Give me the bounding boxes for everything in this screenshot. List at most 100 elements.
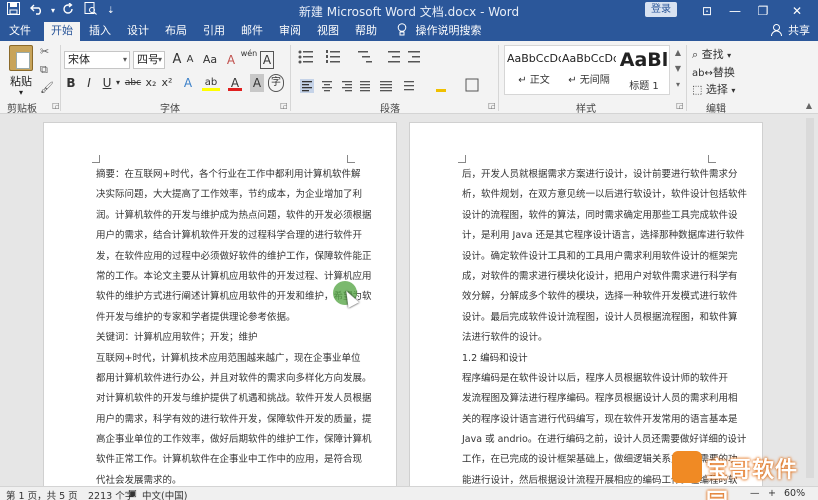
font-name-value: 宋体 [68,53,90,66]
underline-button[interactable]: U [100,74,114,92]
char-shading-button[interactable]: A [250,74,264,92]
paste-button[interactable]: 粘贴 ▾ [6,45,36,97]
tab-design[interactable]: 设计 [122,22,154,41]
text-line[interactable]: 互联网+时代，计算机技术应用范围越来越广，现在企事业单位 [96,349,372,369]
text-line[interactable]: 关的程序设计语言进行代码编写，现在软件开发常用的语言基本是 [462,410,747,430]
select-button[interactable]: ⬚ 选择 ▾ [692,82,735,97]
text-line[interactable]: 软件的维护方式进行阐述计算机应用软件的开发和维护，希望为软 [96,287,372,307]
change-case-button[interactable]: Aa [200,51,220,69]
text-line[interactable]: 决实际问题，大大提高了工作效率，节约成本，为企业增加了利 [96,185,372,205]
tab-review[interactable]: 审阅 [274,22,306,41]
tab-home[interactable]: 开始 [44,22,80,41]
chevron-up-icon[interactable]: ▲ [672,45,684,61]
text-line[interactable]: 都用计算机软件进行办公，并且对软件的需求向多样化方向发展。 [96,369,372,389]
text-effects-button[interactable]: A [180,74,196,92]
superscript-button[interactable]: x² [160,74,174,92]
highlight-button[interactable]: ab [202,74,220,91]
phonetic-guide-label: wén [240,49,258,58]
collapse-ribbon-icon[interactable]: ▲ [806,101,812,110]
text-line[interactable]: 成，对软件的需求进行模块化设计，把用户对软件需求进行科学有 [462,267,747,287]
shrink-font-button[interactable]: A [184,51,196,69]
styles-launcher-icon[interactable]: ◲ [676,101,684,110]
text-line[interactable]: 关键词：计算机应用软件；开发；维护 [96,328,372,348]
text-line[interactable]: 设计。确定软件设计工具和的工具用户需求利用软件设计的框架完 [462,247,747,267]
tab-file[interactable]: 文件 [4,22,36,41]
person-icon [770,24,782,37]
clipboard-launcher-icon[interactable]: ◲ [52,101,60,110]
more-icon[interactable]: ▾ [672,77,684,93]
grow-font-button[interactable]: A [170,51,184,69]
clipboard-group-label: 剪贴板 [7,104,37,115]
text-line[interactable]: 1.2 编码和设计 [462,349,747,369]
copy-icon[interactable]: ⧉ [40,63,48,77]
paste-label: 粘贴 [10,75,32,88]
minimize-button[interactable]: — [722,2,748,20]
tell-me-search[interactable]: 操作说明搜索 [397,22,482,41]
paragraph-launcher-icon[interactable]: ◲ [488,101,496,110]
phonetic-guide-button[interactable]: wén [240,49,258,67]
text-line[interactable]: 用户的需求，结合计算机软件开发的过程科学合理的进行软件开 [96,226,372,246]
style-heading-1[interactable]: AaBl 标题 1 [617,46,671,94]
login-button[interactable]: 登录 [645,2,677,17]
proofing-icon[interactable]: ▣ [128,488,137,499]
text-line[interactable]: 程序编码是在软件设计以后，程序人员根据软件设计师的软件开 [462,369,747,389]
text-line[interactable]: 设计。最后完成软件设计流程图，设计人员根据流程图，和软件算 [462,308,747,328]
divider [498,45,499,111]
text-line[interactable]: 计，是利用 Java 还是其它程序设计语言，选择那种数据库进行软件 [462,226,747,246]
paragraph-controls[interactable] [296,49,496,95]
language[interactable]: 中文(中国) [142,488,187,500]
chevron-down-icon[interactable]: ▼ [672,61,684,77]
text-line[interactable]: 摘要：在互联网+时代，各个行业在工作中都利用计算机软件解 [96,165,372,185]
ribbon-display-options-icon[interactable]: ⊡ [694,2,720,20]
font-size-combo[interactable]: 四号 ▾ [133,51,165,69]
italic-button[interactable]: I [82,74,96,92]
styles-scroll[interactable]: ▲ ▼ ▾ [672,45,684,95]
text-line[interactable]: 设计的流程图，软件的算法，同时需求确定用那些工具完成软件设 [462,206,747,226]
clear-format-button[interactable]: A [224,51,238,69]
crop-mark [708,155,716,163]
share-button[interactable]: 共享 [770,22,810,41]
vertical-scrollbar[interactable] [806,118,814,478]
tab-mailings[interactable]: 邮件 [236,22,268,41]
bold-button[interactable]: B [64,74,78,92]
text-line[interactable]: 对计算机软件的开发与维护提供了机遇和挑战。软件开发人员根据 [96,389,372,409]
tab-references[interactable]: 引用 [198,22,230,41]
strikethrough-button[interactable]: abc [124,74,142,92]
text-line[interactable]: 常的工作。本论文主要从计算机应用软件的开发过程、计算机应用 [96,267,372,287]
text-line[interactable]: 用户的需求，科学有效的进行软件开发，保障软件开发的质量，提 [96,410,372,430]
text-line[interactable]: 效分解，分解成多个软件的模块，选择一种软件开发模式进行软件 [462,287,747,307]
page-left[interactable]: 摘要：在互联网+时代，各个行业在工作中都利用计算机软件解 决实际问题，大大提高了工… [43,122,397,490]
replace-button[interactable]: ab↔替换 [692,65,735,80]
text-line[interactable]: 件开发与维护的专家和学者提供理论参考依据。 [96,308,372,328]
text-line[interactable]: 析，软件规划，在双方意见统一以后进行软设计，软件设计包括软件 [462,185,747,205]
style-normal[interactable]: AaBbCcDd ↵ 正文 [507,46,561,94]
text-line[interactable]: 软件正常工作。计算机软件在企事业中工作中的应用，是符合现 [96,450,372,470]
enclose-char-button[interactable]: 字 [268,74,284,92]
style-no-spacing[interactable]: AaBbCcDd ↵ 无间隔 [562,46,616,94]
text-line[interactable]: 高企事业单位的工作效率，做好后期软件的维护工作，保障计算机 [96,430,372,450]
subscript-button[interactable]: x₂ [144,74,158,92]
text-line[interactable]: 后，开发人员就根据需求方案进行设计，设计前要进行软件需求分 [462,165,747,185]
restore-button[interactable]: ❐ [750,2,776,20]
tab-help[interactable]: 帮助 [350,22,382,41]
text-line[interactable]: 发，在软件应用的过程中必须做好软件的维护工作，保障软件能正 [96,247,372,267]
font-color-button[interactable]: A [228,74,242,91]
divider [686,45,687,111]
font-launcher-icon[interactable]: ◲ [280,101,288,110]
char-border-button[interactable]: A [260,51,274,69]
cut-icon[interactable]: ✂ [40,45,49,58]
text-line[interactable]: 润。计算机软件的开发与维护成为热点问题，软件的开发必须根据 [96,206,372,226]
page-count[interactable]: 第 1 页，共 5 页 [6,488,78,500]
find-button[interactable]: ⌕ 查找 ▾ [692,47,731,62]
tab-view[interactable]: 视图 [312,22,344,41]
chevron-down-icon[interactable]: ▾ [114,74,122,92]
text-line[interactable]: 发流程图及算法进行程序编码。程序员根据设计人员的需求利用相 [462,389,747,409]
tab-layout[interactable]: 布局 [160,22,192,41]
text-line[interactable]: 法进行软件的设计。 [462,328,747,348]
close-button[interactable]: ✕ [784,2,810,20]
tab-insert[interactable]: 插入 [84,22,116,41]
font-name-combo[interactable]: 宋体 ▾ [64,51,130,69]
format-painter-icon[interactable]: 🖌 [40,81,54,94]
text-line[interactable]: Java 或 andrio。在进行编码之前，设计人员还需要做好详细的设计 [462,430,747,450]
page-right[interactable]: 后，开发人员就根据需求方案进行设计，设计前要进行软件需求分 析，软件规划，在双方意… [409,122,763,490]
